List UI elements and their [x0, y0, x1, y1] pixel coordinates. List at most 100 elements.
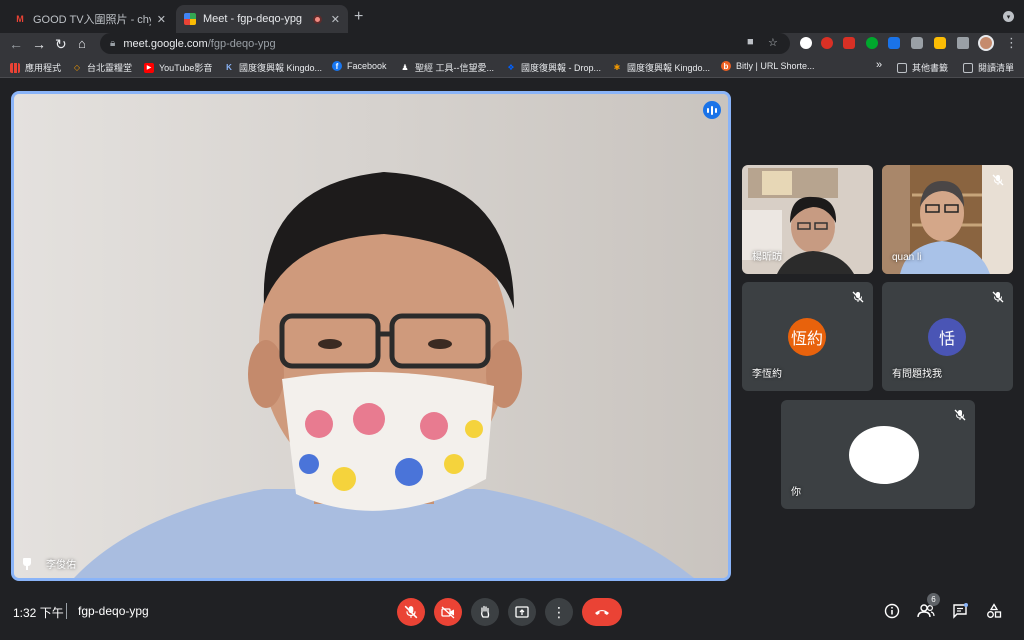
extension-dark-reader-icon[interactable]: [800, 37, 812, 49]
avatar: 恆約: [788, 318, 826, 356]
home-icon[interactable]: ⌂: [78, 36, 86, 51]
hang-up-icon: [595, 610, 609, 615]
bookmark-label: 聖經 工具--信望愛...: [415, 63, 494, 73]
facebook-icon: f: [332, 61, 342, 71]
profile-avatar[interactable]: [978, 35, 994, 51]
participant-name: 有問題找我: [892, 369, 942, 380]
bookmark-item[interactable]: ♟ 聖經 工具--信望愛...: [400, 61, 494, 74]
pin-icon[interactable]: [22, 557, 32, 570]
main-speaker-tile[interactable]: 李俊佑: [11, 91, 731, 581]
bookmark-label: 其他書籤: [912, 63, 949, 73]
camera-in-use-icon[interactable]: ■: [747, 36, 754, 48]
mic-off-icon: [992, 291, 1004, 303]
bookmark-label: 應用程式: [25, 63, 62, 73]
tab-title: Meet - fgp-deqo-ypg: [203, 13, 303, 25]
present-screen-button[interactable]: [508, 598, 536, 626]
url-path: /fgp-deqo-ypg: [207, 37, 276, 50]
chat-icon: [953, 603, 968, 619]
bookmark-label: 國度復興報 - Drop...: [521, 63, 602, 73]
speaking-indicator-icon: [703, 101, 721, 119]
activities-icon: [987, 603, 1002, 618]
bookmark-label: Facebook: [347, 61, 387, 71]
camera-off-icon: [441, 606, 455, 619]
toggle-mic-button[interactable]: [397, 598, 425, 626]
participant-name: 楊昕昉: [752, 252, 782, 263]
bookmark-item[interactable]: K 國度復興報 Kingdo...: [224, 61, 322, 74]
participant-tile[interactable]: quan li: [882, 165, 1013, 274]
extension-image-icon[interactable]: [934, 37, 946, 49]
back-icon[interactable]: ←: [9, 36, 23, 52]
participant-name: 你: [791, 487, 801, 498]
divider: [66, 603, 67, 619]
avatar-initials: 恬: [938, 331, 955, 348]
participant-name: quan li: [892, 252, 922, 263]
bookmark-item[interactable]: ✱ 國度復興報 Kingdo...: [612, 61, 710, 74]
reload-icon[interactable]: ↻: [55, 36, 67, 53]
bookmark-item[interactable]: ◇ 台北靈糧堂: [72, 61, 132, 74]
tab-gmail[interactable]: M GOOD TV入圍照片 - chyyuan.w ✕: [6, 5, 174, 33]
self-tile[interactable]: 你: [781, 400, 975, 509]
bible-icon: ♟: [401, 63, 409, 72]
extensions-puzzle-icon[interactable]: [957, 37, 969, 49]
bookmark-apps[interactable]: 應用程式: [10, 61, 61, 74]
new-tab-icon[interactable]: +: [354, 8, 363, 26]
people-count-badge: 6: [927, 593, 940, 606]
extension-mega-icon[interactable]: [821, 37, 833, 49]
participant-tile[interactable]: 楊昕昉: [742, 165, 873, 274]
hand-icon: [481, 605, 490, 618]
info-icon: [884, 603, 900, 619]
bookmark-item[interactable]: f Facebook: [332, 61, 387, 71]
more-options-button[interactable]: ⋮: [545, 598, 573, 626]
bookmark-item[interactable]: b Bitly | URL Shorte...: [721, 61, 815, 71]
close-icon[interactable]: ✕: [157, 13, 166, 26]
participant-tile[interactable]: 恆約 李恆約: [742, 282, 873, 391]
bookmark-star-icon[interactable]: ☆: [768, 36, 778, 49]
tab-meet[interactable]: Meet - fgp-deqo-ypg ✕: [176, 5, 348, 33]
more-vert-icon: ⋮: [552, 603, 566, 620]
bookmark-label: 國度復興報 Kingdo...: [627, 63, 711, 73]
chevron-right-icon: »: [876, 59, 883, 71]
mic-off-icon: [992, 174, 1004, 186]
leave-call-button[interactable]: [582, 598, 622, 626]
apps-grid-icon: [10, 62, 20, 73]
speaker-video: [14, 94, 728, 578]
bitly-icon: b: [721, 61, 731, 71]
meeting-code: fgp-deqo-ypg: [78, 604, 149, 618]
lock-icon: 🔒︎: [110, 38, 116, 49]
toggle-camera-button[interactable]: [434, 598, 462, 626]
youtube-icon: ▶: [144, 62, 154, 73]
reading-list-icon: [963, 62, 973, 73]
bookmark-label: 閱讀清單: [978, 63, 1015, 73]
raise-hand-button[interactable]: [471, 598, 499, 626]
bookmark-item[interactable]: ❖ 國度復興報 - Drop...: [506, 61, 601, 74]
browser-menu-icon[interactable]: ⋮: [1005, 35, 1018, 51]
extension-video-icon[interactable]: [843, 37, 855, 49]
bookmarks-overflow[interactable]: »: [876, 59, 882, 71]
bookmark-label: 台北靈糧堂: [87, 63, 133, 73]
main-speaker-label: 李俊佑: [22, 556, 76, 571]
bookmark-item[interactable]: ▶ YouTube影音: [144, 61, 212, 74]
mic-off-icon: [954, 409, 966, 421]
close-icon[interactable]: ✕: [331, 13, 340, 26]
extension-cloud-icon[interactable]: [888, 37, 900, 49]
address-bar[interactable]: 🔒︎ meet.google.com /fgp-deqo-ypg: [100, 33, 790, 54]
meeting-details-button[interactable]: [882, 601, 902, 621]
extension-evernote-icon[interactable]: [866, 37, 878, 49]
recording-indicator-icon: [313, 14, 322, 24]
reading-list[interactable]: 閱讀清單: [963, 61, 1014, 74]
extension-gray-icon[interactable]: [911, 37, 923, 49]
joomla-icon: ✱: [613, 63, 621, 72]
participant-name: 李俊佑: [46, 560, 76, 571]
bookmark-label: YouTube影音: [159, 63, 213, 73]
bookmark-label: 國度復興報 Kingdo...: [239, 63, 323, 73]
avatar: 恬: [928, 318, 966, 356]
activities-button[interactable]: [984, 601, 1004, 621]
chat-button[interactable]: [950, 601, 970, 621]
bookmarks-bar: 應用程式 ◇ 台北靈糧堂 ▶ YouTube影音 K 國度復興報 Kingdo.…: [0, 56, 1024, 78]
participant-name: 李恆約: [752, 369, 782, 380]
tab-search-icon[interactable]: ▾: [1003, 11, 1014, 22]
other-bookmarks[interactable]: 其他書籤: [897, 61, 948, 74]
tab-strip: M GOOD TV入圍照片 - chyyuan.w ✕ Meet - fgp-d…: [0, 0, 1024, 33]
forward-icon[interactable]: →: [32, 36, 46, 52]
participant-tile[interactable]: 恬 有問題找我: [882, 282, 1013, 391]
